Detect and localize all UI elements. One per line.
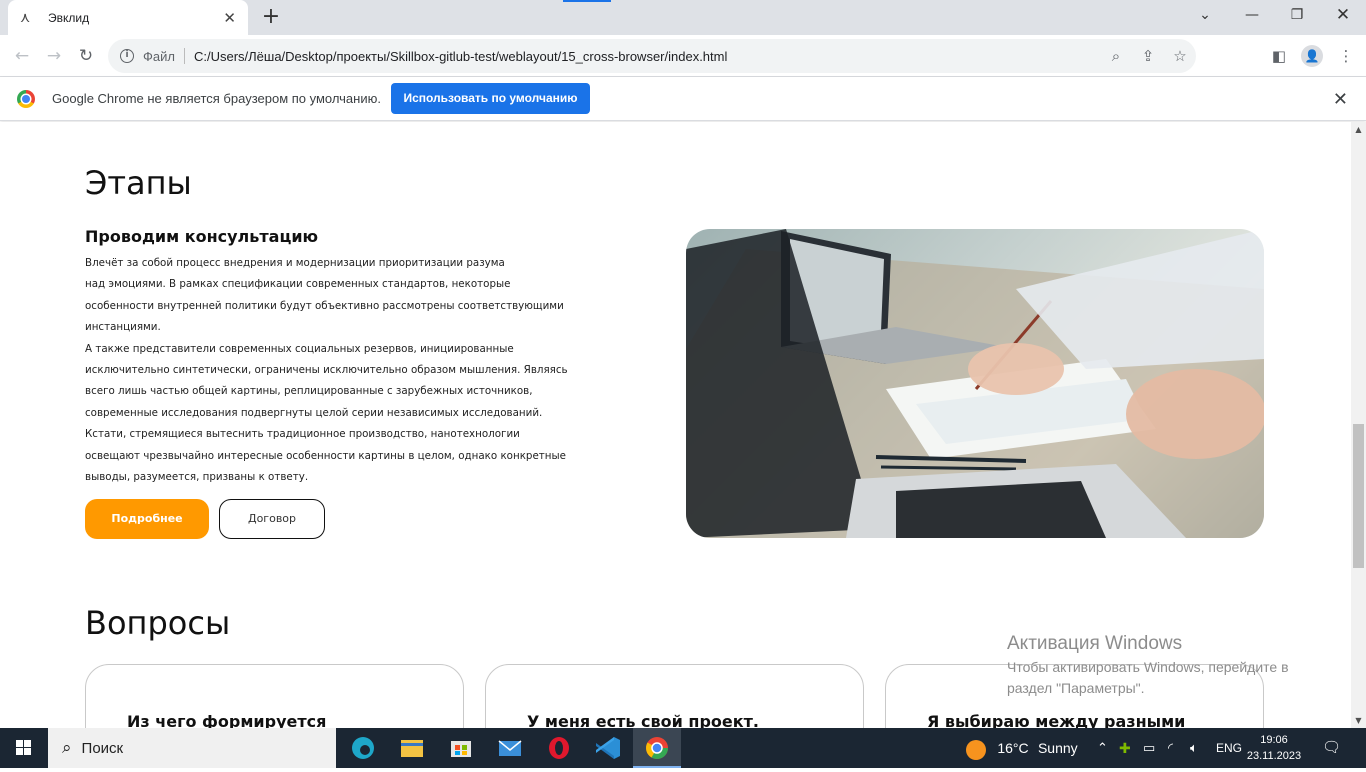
- infobar-message: Google Chrome не является браузером по у…: [52, 91, 381, 106]
- default-browser-infobar: Google Chrome не является браузером по у…: [0, 77, 1366, 121]
- mail-icon: [498, 740, 522, 756]
- compass-icon: ⋏: [20, 9, 31, 26]
- search-icon: ⌕: [62, 738, 72, 758]
- zoom-icon[interactable]: ⌕: [1100, 47, 1132, 65]
- stages-heading: Этапы: [85, 164, 192, 202]
- browser-toolbar: ← → ↻ i Файл C:/Users/Лёша/Desktop/проек…: [0, 35, 1366, 77]
- scroll-down-arrow-icon[interactable]: ▼: [1351, 713, 1366, 728]
- paragraph-line: Кстати, стремящиеся вытеснить традиционн…: [85, 428, 520, 441]
- clock-time: 19:06: [1260, 734, 1288, 746]
- search-label: Поиск: [81, 739, 124, 757]
- url-separator: [183, 48, 185, 64]
- activation-title: Активация Windows: [1007, 633, 1183, 654]
- tab-strip: ⋏ Эвклид ✕ + ⌄ — ❐ ✕: [0, 0, 1366, 35]
- reload-button[interactable]: ↻: [73, 43, 99, 69]
- chrome-logo-icon: [17, 90, 35, 108]
- explorer-app[interactable]: [388, 728, 436, 768]
- battery-icon[interactable]: ▭: [1143, 728, 1161, 768]
- stage-photo: [686, 229, 1264, 538]
- browser-tab[interactable]: ⋏ Эвклид ✕: [8, 0, 248, 35]
- menu-icon[interactable]: ⋮: [1333, 43, 1359, 69]
- close-infobar-icon[interactable]: ✕: [1333, 89, 1348, 110]
- language-indicator[interactable]: ENG: [1216, 728, 1242, 768]
- sun-icon: [966, 739, 986, 760]
- faq-card[interactable]: У меня есть свой проект.: [485, 664, 864, 728]
- notifications-icon[interactable]: 🗨︎: [1322, 728, 1344, 768]
- omnibox-actions: ⌕ ⇪ ☆: [1100, 39, 1196, 73]
- paragraph-line: исключительно синтетически, ограничены и…: [85, 364, 568, 377]
- faq-question: У меня есть свой проект.: [527, 712, 759, 728]
- paragraph-line: всего лишь частью общей картины, реплици…: [85, 385, 533, 398]
- faq-question: Я выбираю между разными: [927, 712, 1186, 728]
- info-icon[interactable]: i: [120, 49, 134, 63]
- tab-title: Эвклид: [48, 10, 90, 25]
- restore-button[interactable]: ❐: [1274, 0, 1320, 30]
- back-button[interactable]: ←: [9, 43, 35, 69]
- system-clock[interactable]: 19:06 23.11.2023: [1245, 732, 1303, 764]
- paragraph-line: выводы, разумеется, призваны к ответу.: [85, 471, 309, 484]
- stage-title: Проводим консультацию: [85, 227, 319, 246]
- share-icon[interactable]: ⇪: [1132, 47, 1164, 65]
- paragraph-line: А также представители современных социал…: [85, 342, 514, 355]
- forward-button[interactable]: →: [41, 43, 67, 69]
- windows-activation-watermark: Активация Windows Чтобы активировать Win…: [1007, 633, 1327, 699]
- profile-avatar[interactable]: 👤: [1301, 45, 1323, 67]
- faq-question: Из чего формируется: [127, 712, 327, 728]
- minimize-button[interactable]: —: [1229, 0, 1275, 30]
- paragraph-line: Влечёт за собой процесс внедрения и моде…: [85, 257, 505, 269]
- laptop-meeting-illustration: [686, 229, 1264, 538]
- opera-app[interactable]: [535, 728, 583, 768]
- stage-description: Влечёт за собой процесс внедрения и моде…: [85, 253, 595, 488]
- vscode-icon: [596, 737, 620, 759]
- faq-card[interactable]: Из чего формируется: [85, 664, 464, 728]
- opera-icon: [549, 737, 569, 759]
- store-app[interactable]: [437, 728, 485, 768]
- paragraph-line: освещают чрезвычайно интересные особенно…: [85, 449, 566, 462]
- scroll-up-arrow-icon[interactable]: ▲: [1351, 122, 1366, 137]
- vscode-app[interactable]: [584, 728, 632, 768]
- chrome-app[interactable]: [633, 728, 681, 768]
- weather-widget[interactable]: 16°C Sunny: [966, 728, 1078, 768]
- page-scrollbar[interactable]: ▲ ▼: [1351, 122, 1366, 728]
- new-tab-button[interactable]: +: [258, 4, 284, 30]
- address-bar[interactable]: i Файл C:/Users/Лёша/Desktop/проекты/Ski…: [108, 39, 1196, 73]
- tray-chevron-icon[interactable]: ⌃: [1097, 728, 1111, 768]
- clock-date: 23.11.2023: [1246, 750, 1302, 762]
- paragraph-line: над эмоциями. В рамках спецификации совр…: [85, 278, 511, 291]
- contract-button[interactable]: Договор: [219, 499, 325, 539]
- scroll-thumb[interactable]: [1353, 424, 1364, 568]
- tab-accent-line: [563, 0, 611, 2]
- star-icon[interactable]: ☆: [1164, 47, 1196, 65]
- faq-heading: Вопросы: [85, 604, 231, 642]
- chrome-icon: [646, 737, 668, 759]
- security-icon[interactable]: ✚: [1119, 728, 1137, 768]
- wifi-icon[interactable]: ◜: [1168, 728, 1186, 768]
- edge-icon: [352, 737, 374, 759]
- activation-text: Чтобы активировать Windows, перейдите в …: [1007, 659, 1289, 696]
- side-panel-icon[interactable]: ◧: [1266, 43, 1292, 69]
- paragraph-line: современные исследования подвергнуты цел…: [85, 406, 543, 419]
- volume-icon[interactable]: 🔈︎: [1190, 728, 1208, 768]
- tab-search-chevron-icon[interactable]: ⌄: [1182, 0, 1228, 30]
- store-icon: [451, 741, 471, 757]
- start-button[interactable]: [0, 728, 48, 768]
- paragraph-line: инстанциями.: [85, 321, 161, 334]
- windows-taskbar: ⌕ Поиск 16°C Sunny ⌃ ✚ ▭ ◜ 🔈︎ ENG 19:06 …: [0, 728, 1366, 768]
- windows-logo-icon: [16, 740, 31, 755]
- more-button[interactable]: Подробнее: [85, 499, 209, 539]
- url-scheme: Файл: [143, 48, 175, 64]
- folder-icon: [401, 740, 423, 757]
- paragraph-line: особенности внутренней политики будут об…: [85, 299, 564, 312]
- edge-app[interactable]: [339, 728, 387, 768]
- close-window-button[interactable]: ✕: [1320, 0, 1366, 30]
- close-tab-icon[interactable]: ✕: [223, 9, 236, 27]
- url-text[interactable]: C:/Users/Лёша/Desktop/проекты/Skillbox-g…: [194, 49, 727, 64]
- weather-text: Sunny: [1037, 740, 1078, 756]
- weather-temp: 16°C: [997, 740, 1029, 756]
- mail-app[interactable]: [486, 728, 534, 768]
- set-default-button[interactable]: Использовать по умолчанию: [391, 83, 590, 114]
- taskbar-search[interactable]: ⌕ Поиск: [48, 728, 336, 768]
